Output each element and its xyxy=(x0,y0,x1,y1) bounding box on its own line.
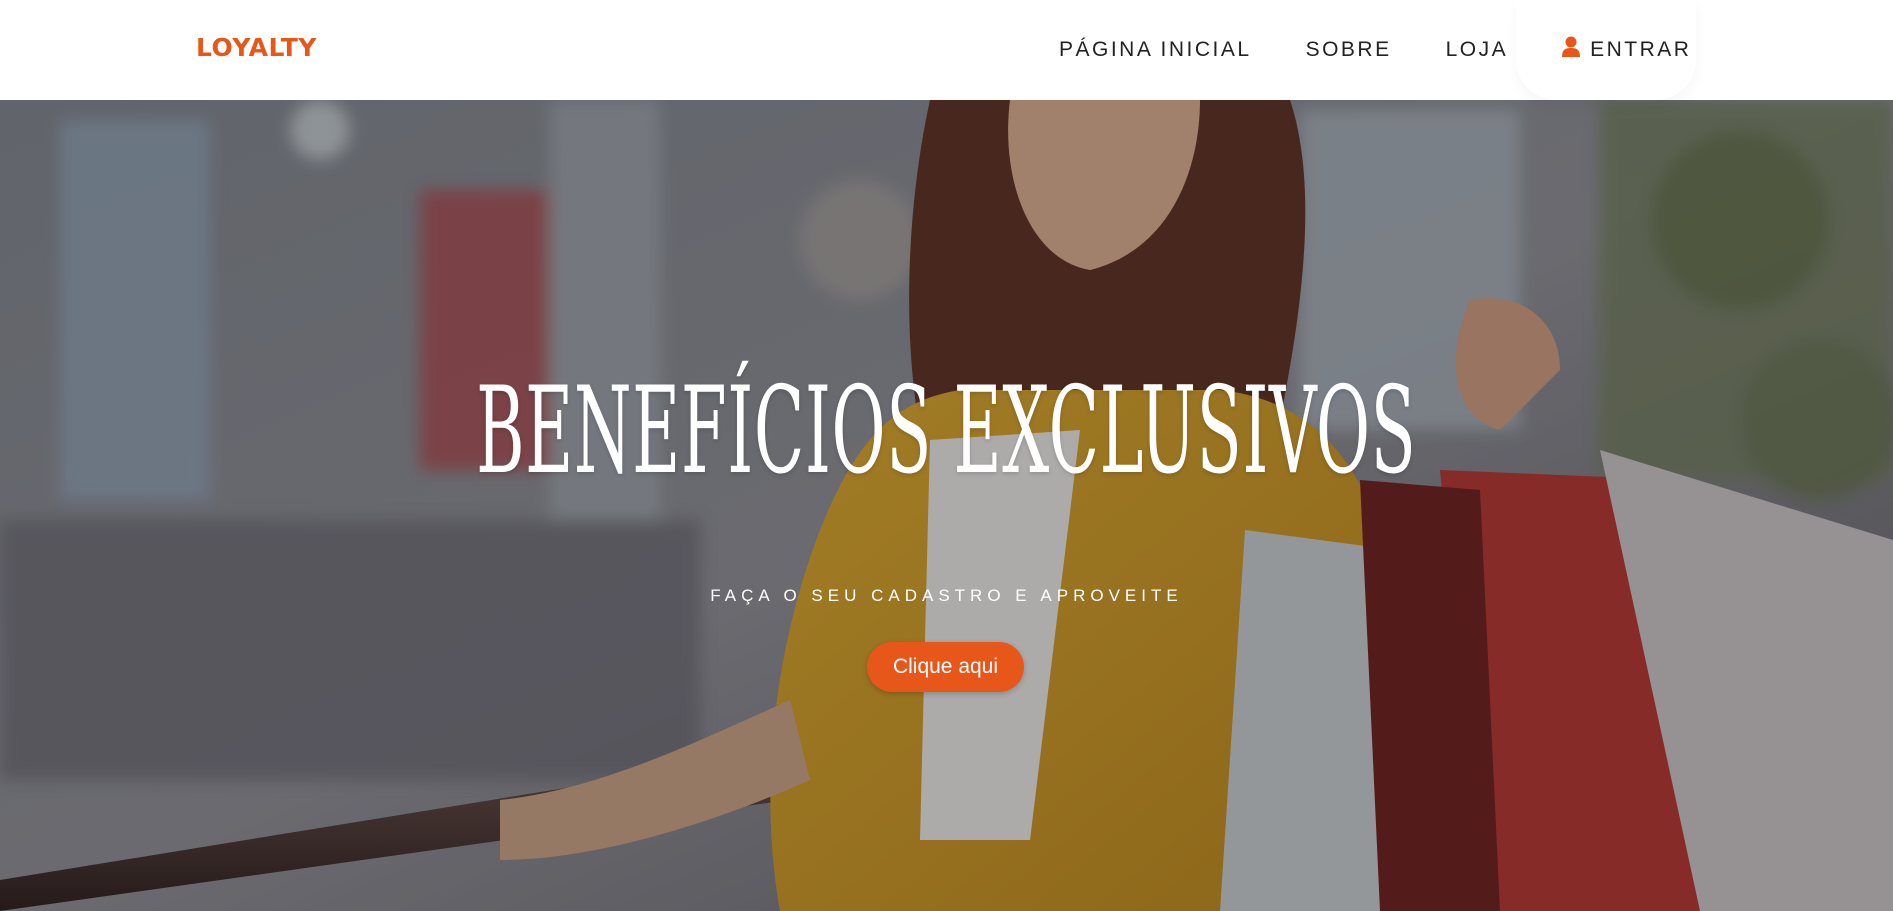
cta-button[interactable]: Clique aqui xyxy=(867,642,1024,692)
hero-background-image xyxy=(0,100,1893,911)
navbar: LOYALTY PÁGINA INICIAL SOBRE LOJA ENTRAR xyxy=(0,0,1893,100)
nav-item-shop[interactable]: LOJA xyxy=(1446,38,1509,62)
user-icon xyxy=(1562,36,1581,58)
hero-banner: BENEFÍCIOS EXCLUSIVOS FAÇA O SEU CADASTR… xyxy=(0,100,1893,911)
brand-logo[interactable]: LOYALTY xyxy=(196,33,317,62)
login-label: ENTRAR xyxy=(1590,38,1692,61)
nav-item-about[interactable]: SOBRE xyxy=(1306,38,1392,62)
hero-subtitle: FAÇA O SEU CADASTRO E APROVEITE xyxy=(710,586,1183,605)
nav-item-login[interactable]: ENTRAR xyxy=(1562,36,1692,62)
nav-item-home[interactable]: PÁGINA INICIAL xyxy=(1059,38,1252,62)
main-nav: PÁGINA INICIAL SOBRE LOJA ENTRAR xyxy=(1059,36,1692,62)
hero-title: BENEFÍCIOS EXCLUSIVOS xyxy=(476,362,1417,501)
